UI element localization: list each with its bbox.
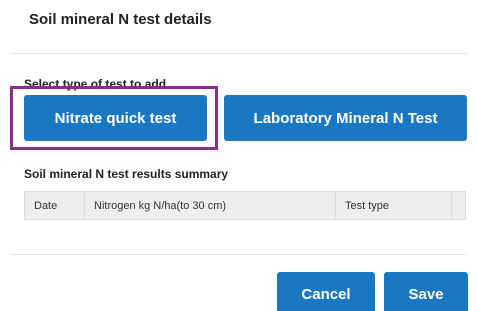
dialog-title: Soil mineral N test details <box>29 11 212 28</box>
selection-highlight <box>10 86 218 150</box>
save-button[interactable]: Save <box>384 272 468 311</box>
cancel-button[interactable]: Cancel <box>277 272 375 311</box>
header-divider <box>10 53 467 54</box>
footer-divider <box>10 254 467 255</box>
column-header-actions <box>452 192 465 219</box>
results-summary-label: Soil mineral N test results summary <box>24 167 229 181</box>
results-table-header: Date Nitrogen kg N/ha(to 30 cm) Test typ… <box>24 191 466 220</box>
soil-mineral-n-dialog: Soil mineral N test details Select type … <box>0 0 477 311</box>
column-header-test-type[interactable]: Test type <box>336 192 452 219</box>
column-header-nitrogen[interactable]: Nitrogen kg N/ha(to 30 cm) <box>85 192 336 219</box>
column-header-date[interactable]: Date <box>25 192 85 219</box>
laboratory-mineral-n-test-button[interactable]: Laboratory Mineral N Test <box>224 95 467 141</box>
